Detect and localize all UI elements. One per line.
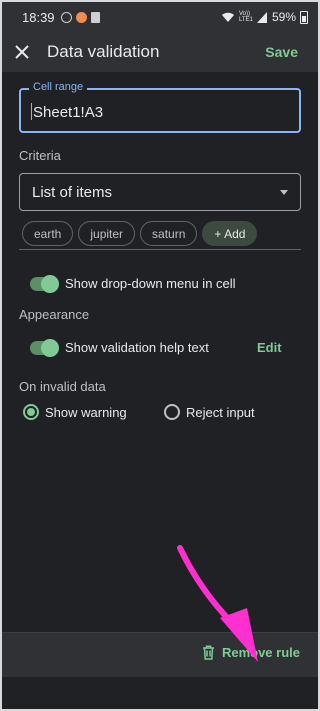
annotation-arrow-icon — [177, 545, 258, 662]
